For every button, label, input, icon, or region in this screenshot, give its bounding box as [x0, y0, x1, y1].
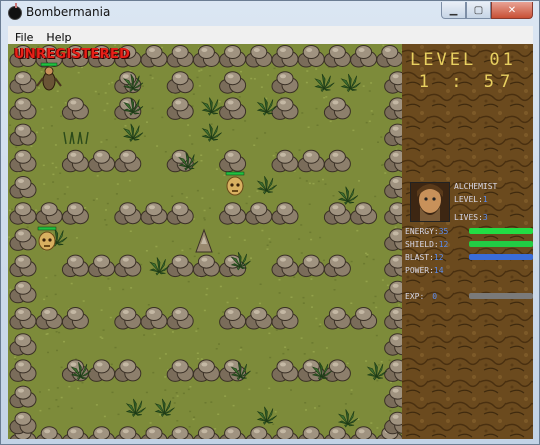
close-icon: ✕ — [507, 4, 517, 16]
player-lives-value: 3 — [482, 213, 488, 222]
energy-label: ENERGY: — [405, 227, 439, 236]
level-indicator: LEVEL 01 — [410, 50, 516, 70]
title-bar[interactable]: Bombermania ▁ ▢ ✕ — [1, 1, 539, 25]
player-level-label: LEVEL: — [454, 195, 483, 204]
energy-value: 35 — [438, 227, 449, 236]
shield-value: 12 — [438, 240, 449, 249]
close-button[interactable]: ✕ — [491, 2, 533, 19]
exp-stat: EXP: 0 — [405, 292, 437, 301]
unregistered-banner: UNREGISTERED — [14, 47, 131, 62]
blast-value: 12 — [433, 253, 444, 262]
window-controls: ▁ ▢ ✕ — [441, 2, 533, 20]
shield-label: SHIELD: — [405, 240, 439, 249]
energy-stat: ENERGY:35 — [405, 227, 448, 236]
game-client: UNREGISTERED LEVEL 01 1 : 57 ALCHEMIST L… — [8, 44, 533, 439]
energy-bar — [469, 228, 533, 234]
app-window: Bombermania ▁ ▢ ✕ FileHelp UNREGISTERED — [0, 0, 540, 445]
window-title: Bombermania — [26, 5, 111, 19]
menu-file[interactable]: File — [8, 29, 39, 44]
blast-label: BLAST: — [405, 253, 434, 262]
menu-bar: File Help — [8, 26, 533, 45]
game-board — [8, 44, 402, 439]
blast-bar — [469, 254, 533, 260]
player-lives-label: LIVES: — [454, 213, 483, 222]
power-label: POWER: — [405, 266, 434, 275]
shield-stat: SHIELD:12 — [405, 240, 448, 249]
player-lives: LIVES:3 — [454, 213, 488, 222]
player-name: ALCHEMIST — [454, 182, 498, 191]
alchemist-portrait-icon — [411, 183, 449, 221]
player-level-value: 1 — [482, 195, 488, 204]
exp-value: 0 — [432, 292, 438, 301]
exp-label: EXP: — [405, 292, 425, 301]
menu-help[interactable]: Help — [39, 29, 77, 44]
status-panel: LEVEL 01 1 : 57 ALCHEMIST LEVEL:1 LIVES:… — [402, 44, 533, 439]
game-field[interactable]: UNREGISTERED — [8, 44, 402, 439]
power-value: 14 — [433, 266, 444, 275]
power-stat: POWER:14 — [405, 266, 444, 275]
minimize-button[interactable]: ▁ — [441, 2, 466, 19]
maximize-icon: ▢ — [473, 4, 484, 16]
exp-bar — [469, 293, 533, 299]
player-level: LEVEL:1 — [454, 195, 488, 204]
maximize-button[interactable]: ▢ — [466, 2, 491, 19]
countdown-timer: 1 : 57 — [418, 72, 517, 92]
shield-bar — [469, 241, 533, 247]
avatar — [410, 182, 450, 222]
minimize-icon: ▁ — [449, 4, 458, 16]
bomb-icon — [8, 3, 22, 20]
blast-stat: BLAST:12 — [405, 253, 444, 262]
